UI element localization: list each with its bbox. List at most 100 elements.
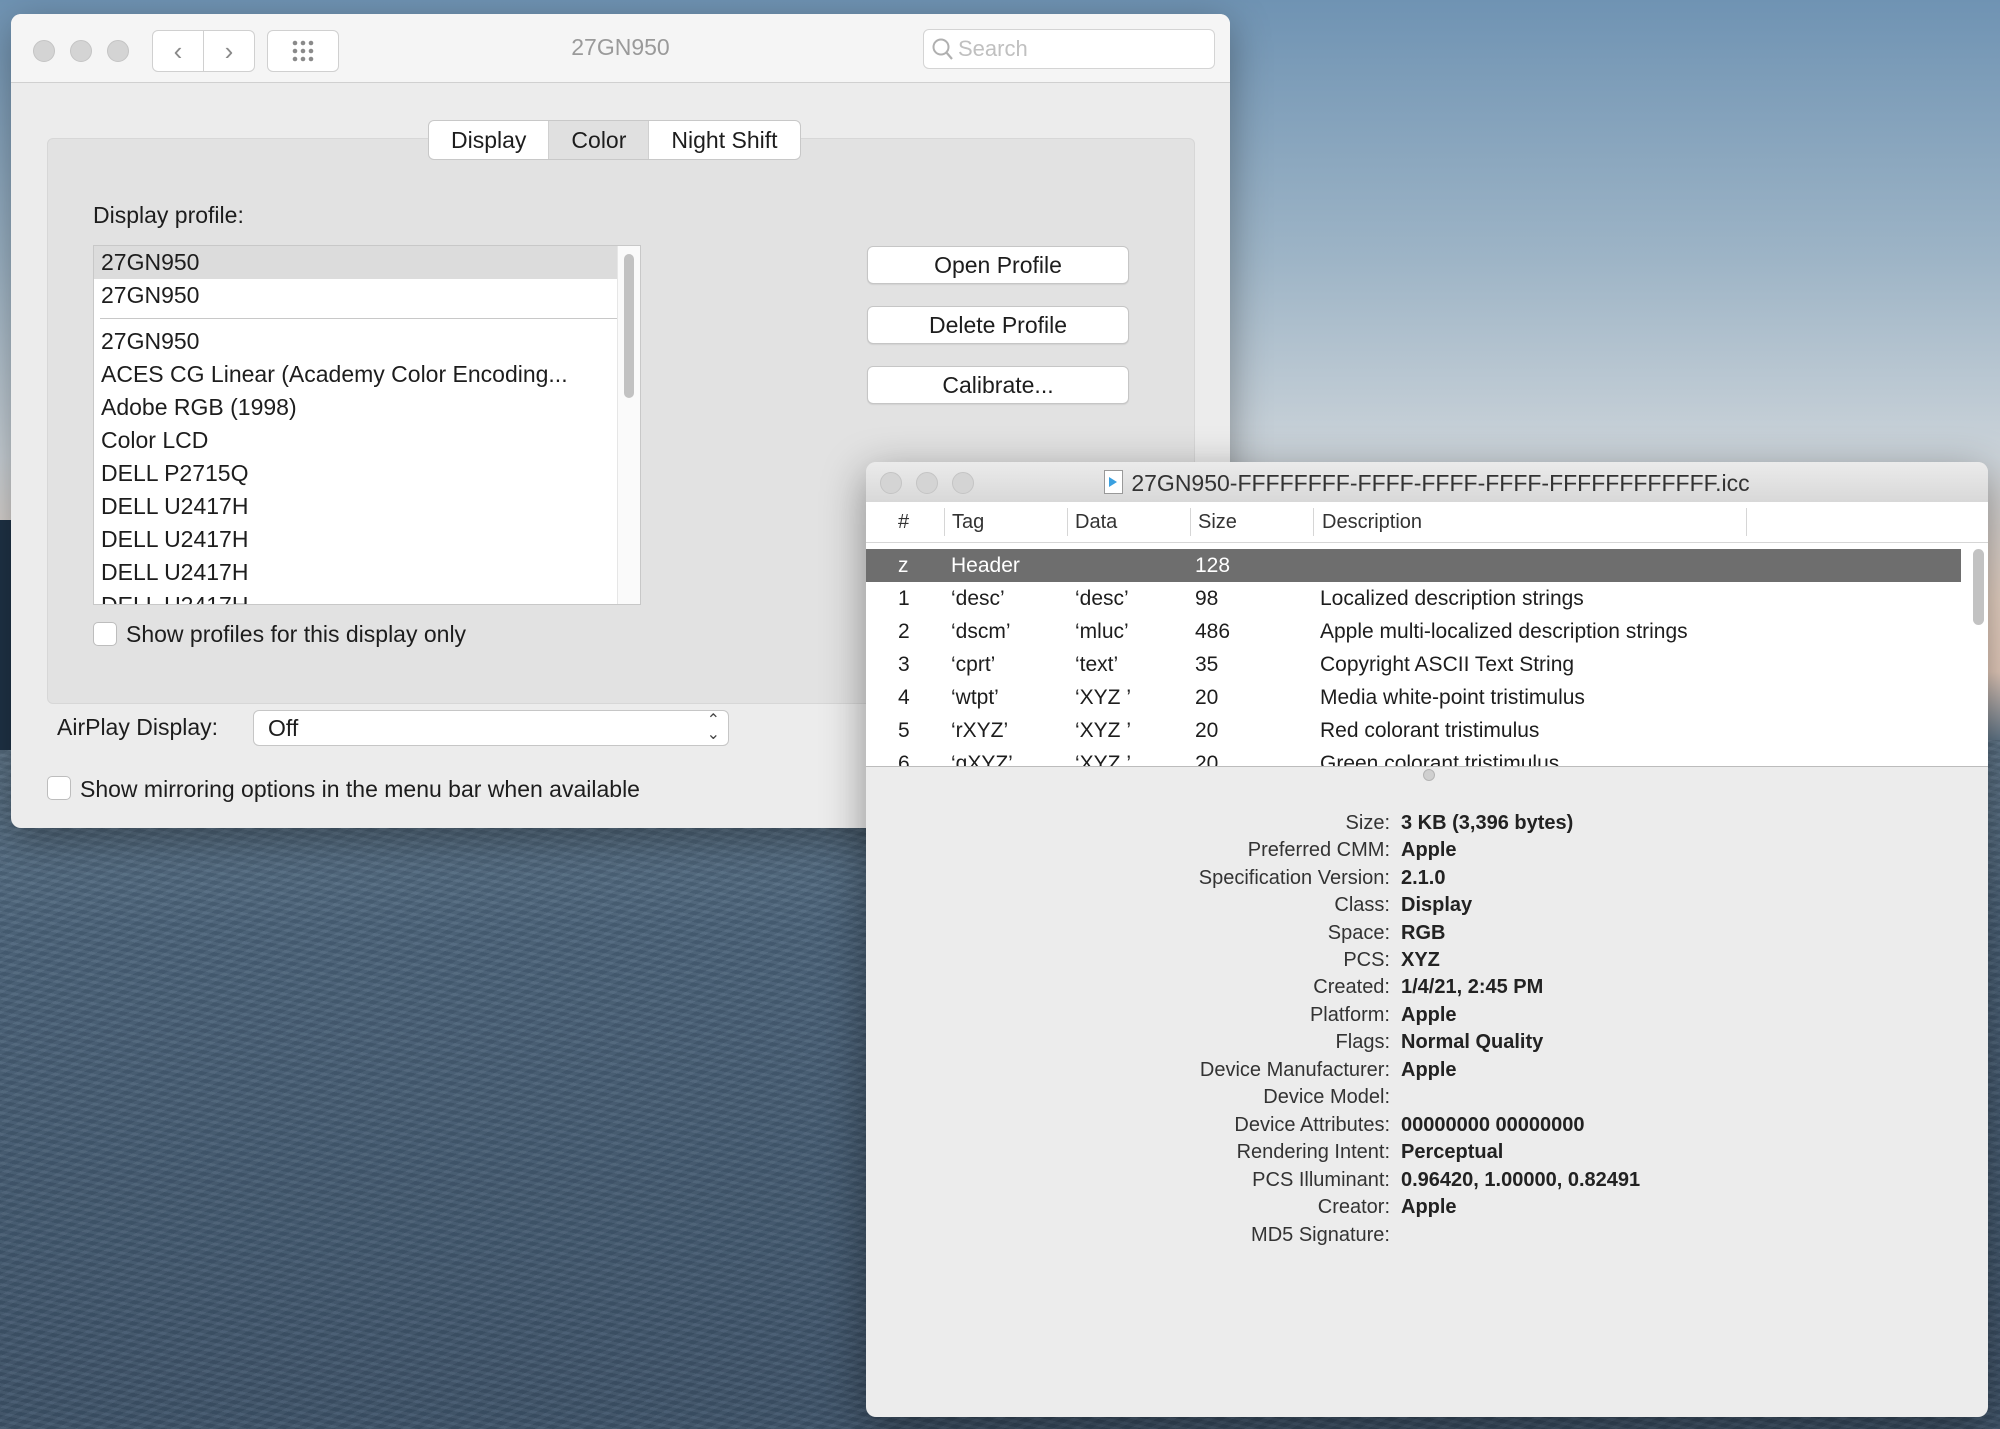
table-row[interactable]: 1 ‘desc’ ‘desc’ 98 Localized description… (866, 582, 1961, 615)
column-header-size[interactable]: Size (1198, 511, 1237, 534)
info-key: Size: (1345, 812, 1390, 834)
column-divider[interactable] (944, 508, 945, 536)
airplay-display-label: AirPlay Display: (57, 714, 219, 740)
row-description: Apple multi-localized description string… (1320, 620, 1688, 643)
column-divider[interactable] (1190, 508, 1191, 536)
show-profiles-checkbox[interactable] (93, 622, 117, 646)
row-description: Localized description strings (1320, 587, 1584, 610)
search-input[interactable] (958, 36, 1198, 62)
tab-color[interactable]: Color (549, 121, 650, 159)
airplay-display-select[interactable]: Off ⌃ ⌄ (253, 710, 729, 746)
search-field[interactable] (923, 29, 1215, 69)
row-size: 98 (1195, 587, 1219, 610)
profile-item[interactable]: 27GN950 (94, 279, 640, 312)
row-tag: ‘desc’ (951, 587, 1005, 610)
display-profile-label: Display profile: (93, 202, 244, 228)
info-row: Created: 1/4/21, 2:45 PM (866, 976, 1988, 1003)
info-row: Device Model: (866, 1086, 1988, 1113)
info-row: Preferred CMM: Apple (866, 839, 1988, 866)
table-row[interactable]: 4 ‘wtpt’ ‘XYZ ’ 20 Media white-point tri… (866, 681, 1961, 714)
profile-list[interactable]: 27GN950 27GN950 27GN950 ACES CG Linear (… (93, 245, 641, 605)
open-profile-button[interactable]: Open Profile (867, 246, 1129, 284)
profile-item[interactable]: DELL U2417H (94, 523, 640, 556)
profile-item[interactable]: ACES CG Linear (Academy Color Encoding..… (94, 358, 640, 391)
info-row: Device Attributes: 00000000 00000000 (866, 1114, 1988, 1141)
row-size: 128 (1195, 554, 1231, 577)
info-key: Created: (1313, 976, 1390, 998)
info-value: Apple (1401, 1196, 1457, 1218)
info-value: Apple (1401, 1059, 1457, 1081)
table-row[interactable]: 6 ‘gXYZ’ ‘XYZ ’ 20 Green colorant tristi… (866, 747, 1961, 767)
scrollbar-thumb[interactable] (624, 254, 634, 398)
table-row[interactable]: 3 ‘cprt’ ‘text’ 35 Copyright ASCII Text … (866, 648, 1961, 681)
info-key: Device Model: (1263, 1086, 1390, 1108)
profile-item[interactable]: 27GN950 (94, 325, 640, 358)
row-description: Media white-point tristimulus (1320, 686, 1585, 709)
row-size: 20 (1195, 686, 1219, 709)
icc-window-title: 27GN950-FFFFFFFF-FFFF-FFFF-FFFF-FFFFFFFF… (866, 470, 1988, 497)
show-profiles-label: Show profiles for this display only (126, 621, 467, 647)
tab-night-shift[interactable]: Night Shift (649, 121, 799, 159)
profile-item[interactable]: DELL P2715Q (94, 457, 640, 490)
mirroring-checkbox[interactable] (47, 776, 71, 800)
table-scrollbar-thumb[interactable] (1973, 549, 1984, 625)
row-tag: ‘gXYZ’ (951, 752, 1013, 767)
row-tag: ‘rXYZ’ (951, 719, 1009, 742)
info-row: Space: RGB (866, 922, 1988, 949)
profile-item[interactable]: Adobe RGB (1998) (94, 391, 640, 424)
tab-display[interactable]: Display (429, 121, 550, 159)
row-number: 1 (898, 587, 910, 610)
info-value: Display (1401, 894, 1473, 916)
profile-item[interactable]: Color LCD (94, 424, 640, 457)
mirroring-label: Show mirroring options in the menu bar w… (80, 776, 640, 802)
info-row: Rendering Intent: Perceptual (866, 1141, 1988, 1168)
column-header-tag[interactable]: Tag (952, 511, 984, 534)
row-number: 6 (898, 752, 910, 767)
tag-table[interactable]: z Header 128 1 ‘desc’ ‘desc’ 98 Localize… (866, 543, 1988, 767)
row-data: ‘XYZ ’ (1075, 752, 1132, 767)
split-view-handle[interactable] (1423, 769, 1435, 781)
info-key: PCS: (1343, 949, 1390, 971)
info-value: XYZ (1401, 949, 1440, 971)
info-value: RGB (1401, 922, 1446, 944)
icc-profile-window: 27GN950-FFFFFFFF-FFFF-FFFF-FFFF-FFFFFFFF… (866, 462, 1988, 1417)
table-row[interactable]: z Header 128 (866, 549, 1961, 582)
info-key: Device Manufacturer: (1199, 1059, 1390, 1081)
info-key: Flags: (1335, 1031, 1390, 1053)
icc-titlebar: 27GN950-FFFFFFFF-FFFF-FFFF-FFFF-FFFFFFFF… (866, 462, 1988, 503)
column-divider[interactable] (1313, 508, 1314, 536)
row-data: ‘XYZ ’ (1075, 719, 1132, 742)
airplay-display-value: Off (268, 714, 299, 741)
calibrate-button[interactable]: Calibrate... (867, 366, 1129, 404)
row-tag: ‘dscm’ (951, 620, 1011, 643)
column-divider[interactable] (1746, 508, 1747, 536)
info-value: 1/4/21, 2:45 PM (1401, 976, 1544, 998)
info-row: Device Manufacturer: Apple (866, 1059, 1988, 1086)
row-tag: ‘wtpt’ (951, 686, 999, 709)
table-row[interactable]: 5 ‘rXYZ’ ‘XYZ ’ 20 Red colorant tristimu… (866, 714, 1961, 747)
column-divider[interactable] (1067, 508, 1068, 536)
delete-profile-button[interactable]: Delete Profile (867, 306, 1129, 344)
row-number: 2 (898, 620, 910, 643)
column-header-data[interactable]: Data (1075, 511, 1117, 534)
info-row: Specification Version: 2.1.0 (866, 867, 1988, 894)
row-size: 20 (1195, 752, 1219, 767)
row-size: 20 (1195, 719, 1219, 742)
profile-item[interactable]: DELL U2417H (94, 556, 640, 589)
row-number: 4 (898, 686, 910, 709)
column-header-description[interactable]: Description (1322, 511, 1422, 534)
profile-item[interactable]: DELL U2417H (94, 589, 640, 604)
info-row: Size: 3 KB (3,396 bytes) (866, 812, 1988, 839)
info-key: Specification Version: (1198, 867, 1390, 889)
profile-item[interactable]: 27GN950 (94, 246, 640, 279)
info-value: Apple (1401, 1004, 1457, 1026)
row-number: 3 (898, 653, 910, 676)
profile-list-scrollbar[interactable] (617, 246, 640, 604)
row-data: ‘XYZ ’ (1075, 686, 1132, 709)
info-key: Platform: (1309, 1004, 1390, 1026)
info-row: Class: Display (866, 894, 1988, 921)
row-tag: ‘cprt’ (951, 653, 996, 676)
profile-item[interactable]: DELL U2417H (94, 490, 640, 523)
column-header-number[interactable]: # (898, 511, 909, 534)
table-row[interactable]: 2 ‘dscm’ ‘mluc’ 486 Apple multi-localize… (866, 615, 1961, 648)
